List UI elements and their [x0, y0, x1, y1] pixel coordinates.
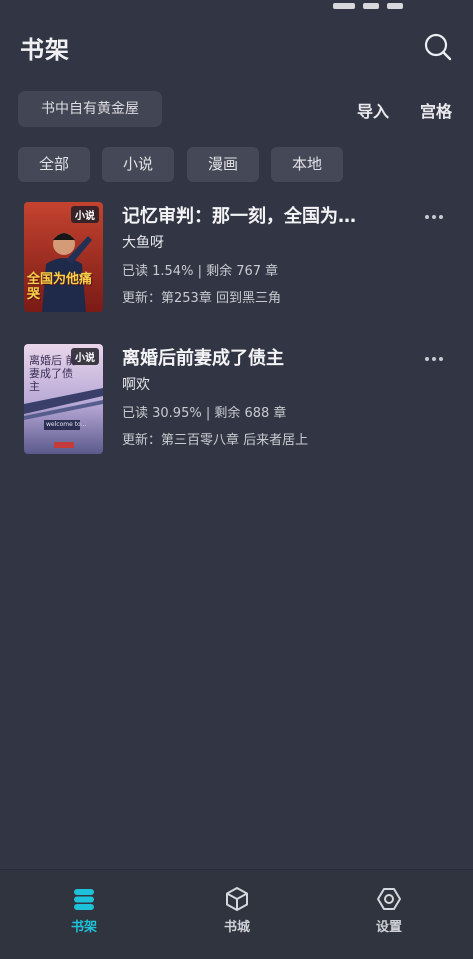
book-progress: 已读 30.95% | 剩余 688 章	[122, 406, 287, 421]
cover-sign-text: welcome to...	[46, 421, 87, 428]
more-dots-icon	[425, 204, 446, 223]
book-cover[interactable]: 小说 离婚后 前妻成了债主 welcome to...	[24, 344, 103, 454]
more-options-button[interactable]	[425, 204, 447, 219]
status-bar	[0, 0, 473, 10]
book-author: 啊欢	[122, 377, 150, 393]
nav-item-bookshelf[interactable]: 书架	[54, 886, 114, 935]
tab-comic[interactable]: 漫画	[187, 147, 259, 182]
search-icon	[424, 33, 452, 61]
book-title: 记忆审判：那一刻，全国为…	[122, 206, 356, 227]
book-cover[interactable]: 小说 全国为他痛哭	[24, 202, 103, 312]
more-dots-icon	[425, 346, 446, 365]
bookshelf-screen: 书架 书中自有黄金屋 导入 宫格 全部 小说 漫画 本地 小说 全国为他痛哭 记…	[0, 0, 473, 959]
import-button[interactable]: 导入	[357, 98, 389, 122]
nav-item-bookstore[interactable]: 书城	[207, 886, 267, 935]
book-latest-chapter: 更新：第三百零八章 后来者居上	[122, 433, 309, 448]
book-latest-chapter: 更新：第253章 回到黑三角	[122, 291, 281, 306]
cover-title-text: 离婚后 前妻成了债主	[29, 354, 77, 393]
cover-title-text: 全国为他痛哭	[27, 272, 93, 302]
more-options-button[interactable]	[425, 346, 447, 361]
cover-badge: 小说	[71, 206, 99, 223]
tab-all[interactable]: 全部	[18, 147, 90, 182]
page-title: 书架	[20, 36, 70, 64]
grid-view-button[interactable]: 宫格	[420, 98, 452, 122]
book-progress: 已读 1.54% | 剩余 767 章	[122, 264, 279, 279]
nav-label: 书架	[70, 920, 97, 935]
book-item[interactable]: 小说 全国为他痛哭 记忆审判：那一刻，全国为… 大鱼呀 已读 1.54% | 剩…	[0, 202, 473, 322]
bookshelf-icon	[74, 889, 94, 910]
bottom-navigation: 书架 书城 设置	[0, 869, 473, 959]
nav-label: 书城	[223, 920, 250, 935]
book-title: 离婚后前妻成了债主	[122, 348, 284, 369]
motto-banner[interactable]: 书中自有黄金屋	[18, 91, 162, 127]
tab-novel[interactable]: 小说	[102, 147, 174, 182]
hexagon-settings-icon	[377, 888, 401, 910]
search-button[interactable]	[423, 32, 453, 62]
book-author: 大鱼呀	[122, 235, 164, 251]
tab-local[interactable]: 本地	[271, 147, 343, 182]
nav-label: 设置	[375, 920, 402, 935]
book-item[interactable]: 小说 离婚后 前妻成了债主 welcome to... 离婚后前妻成了债主 啊欢…	[0, 344, 473, 464]
cube-icon	[226, 887, 248, 911]
nav-item-settings[interactable]: 设置	[359, 886, 419, 935]
